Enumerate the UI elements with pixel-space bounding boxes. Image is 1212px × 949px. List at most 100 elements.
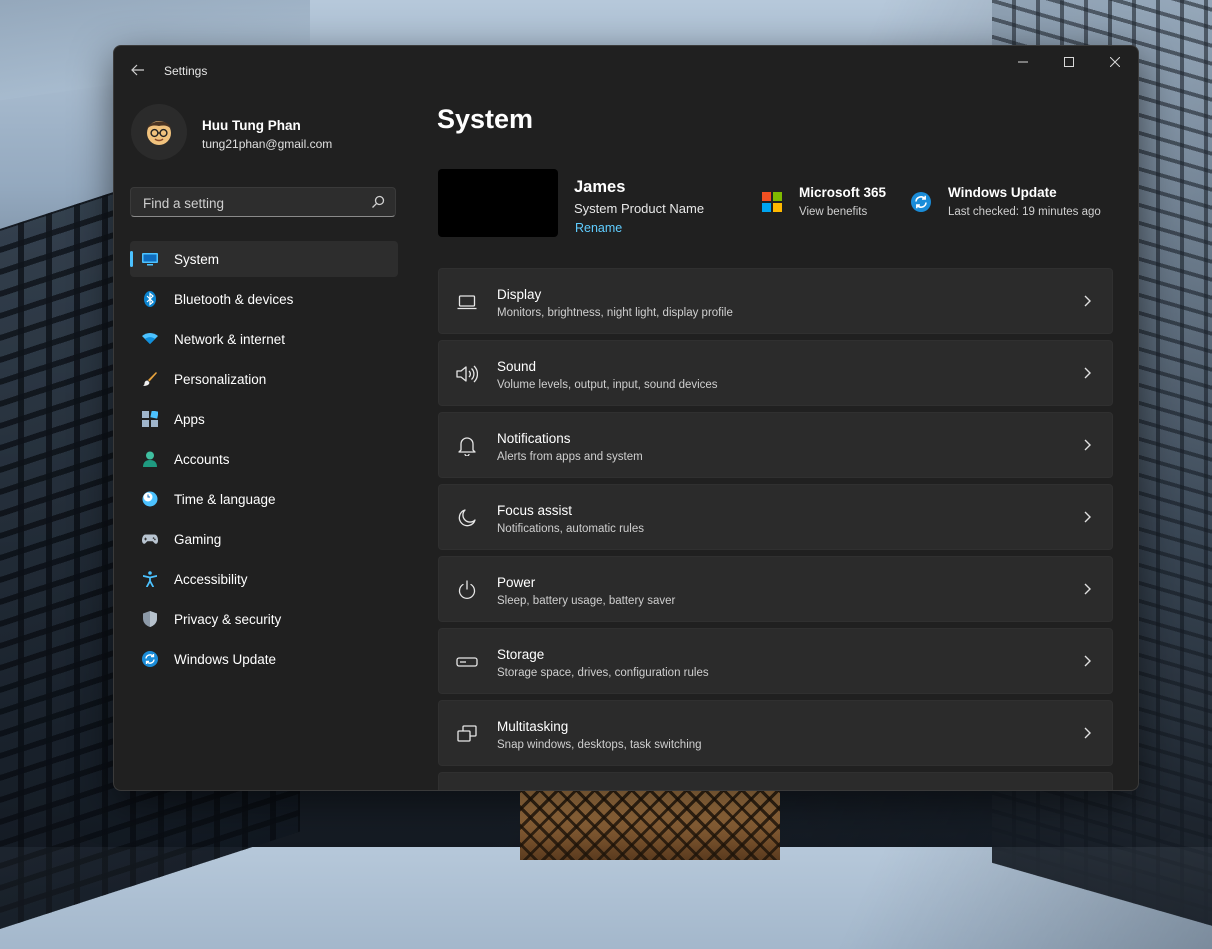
- sidebar-item-label: System: [174, 252, 220, 267]
- card-subtitle: Notifications, automatic rules: [497, 523, 645, 535]
- maximize-button[interactable]: [1046, 46, 1092, 78]
- card-title: Power: [497, 575, 536, 590]
- moon-icon: [456, 507, 478, 529]
- multitask-icon: [456, 723, 478, 745]
- wifi-icon: [142, 331, 158, 347]
- microsoft-365-tile[interactable]: Microsoft 365 View benefits: [762, 184, 912, 226]
- speaker-icon: [456, 363, 478, 385]
- chevron-right-icon: [1084, 655, 1091, 667]
- settings-card-partial[interactable]: [438, 772, 1113, 790]
- sidebar-item-windows-update[interactable]: Windows Update: [130, 641, 398, 677]
- sidebar-item-label: Privacy & security: [174, 612, 282, 627]
- bluetooth-icon: [142, 291, 158, 307]
- bell-icon: [456, 435, 478, 457]
- sidebar-item-accounts[interactable]: Accounts: [130, 441, 398, 477]
- sync-icon: [142, 651, 158, 667]
- microsoft-logo-icon: [762, 192, 782, 212]
- card-subtitle: Storage space, drives, configuration rul…: [497, 667, 709, 679]
- title-bar: Settings: [114, 46, 1138, 94]
- settings-card-focus-assist[interactable]: Focus assist Notifications, automatic ru…: [438, 484, 1113, 550]
- sidebar-item-privacy-security[interactable]: Privacy & security: [130, 601, 398, 637]
- windows-update-tile[interactable]: Windows Update Last checked: 19 minutes …: [911, 184, 1121, 226]
- chevron-right-icon: [1084, 439, 1091, 451]
- card-title: Multitasking: [497, 719, 569, 734]
- close-button[interactable]: [1092, 46, 1138, 78]
- sidebar-item-accessibility[interactable]: Accessibility: [130, 561, 398, 597]
- card-title: Display: [497, 287, 542, 302]
- back-button[interactable]: [124, 58, 152, 82]
- device-thumbnail: [438, 169, 558, 237]
- settings-card-power[interactable]: Power Sleep, battery usage, battery save…: [438, 556, 1113, 622]
- minimize-icon: [1018, 61, 1028, 63]
- rename-link[interactable]: Rename: [575, 221, 622, 235]
- back-arrow-icon: [131, 64, 144, 76]
- minimize-button[interactable]: [1000, 46, 1046, 78]
- person-icon: [142, 451, 158, 467]
- settings-card-display[interactable]: Display Monitors, brightness, night ligh…: [438, 268, 1113, 334]
- device-name: James: [574, 178, 626, 196]
- settings-card-sound[interactable]: Sound Volume levels, output, input, soun…: [438, 340, 1113, 406]
- settings-card-multitasking[interactable]: Multitasking Snap windows, desktops, tas…: [438, 700, 1113, 766]
- background-building: [520, 790, 780, 860]
- sidebar-item-bluetooth[interactable]: Bluetooth & devices: [130, 281, 398, 317]
- sidebar-item-gaming[interactable]: Gaming: [130, 521, 398, 557]
- chevron-right-icon: [1084, 583, 1091, 595]
- monitor-icon: [456, 291, 478, 313]
- sidebar-item-network[interactable]: Network & internet: [130, 321, 398, 357]
- card-title: Sound: [497, 359, 537, 374]
- user-profile[interactable]: Huu Tung Phan tung21phan@gmail.com: [131, 104, 411, 160]
- maximize-icon: [1064, 57, 1074, 67]
- sidebar-item-label: Personalization: [174, 372, 267, 387]
- page-title: System: [437, 104, 534, 134]
- card-subtitle: Alerts from apps and system: [497, 451, 643, 463]
- sidebar-item-apps[interactable]: Apps: [130, 401, 398, 437]
- chevron-right-icon: [1084, 367, 1091, 379]
- device-model: System Product Name: [574, 201, 705, 216]
- search-input[interactable]: [141, 188, 365, 218]
- card-subtitle: Monitors, brightness, night light, displ…: [497, 307, 733, 319]
- sidebar-nav: System Bluetooth & devices Network & int…: [130, 241, 398, 681]
- profile-email: tung21phan@gmail.com: [202, 137, 333, 151]
- app-title: Settings: [164, 64, 208, 78]
- sidebar-item-label: Bluetooth & devices: [174, 292, 294, 307]
- card-subtitle: Volume levels, output, input, sound devi…: [497, 379, 718, 391]
- card-subtitle: Sleep, battery usage, battery saver: [497, 595, 676, 607]
- clock-globe-icon: [142, 491, 158, 507]
- chevron-right-icon: [1084, 295, 1091, 307]
- gamepad-icon: [142, 531, 158, 547]
- apps-icon: [142, 411, 158, 427]
- profile-name: Huu Tung Phan: [202, 118, 301, 133]
- search-icon[interactable]: [371, 195, 385, 209]
- windows-update-title: Windows Update: [948, 185, 1057, 200]
- sidebar-item-label: Gaming: [174, 532, 222, 547]
- card-title: Focus assist: [497, 503, 573, 518]
- sidebar-item-label: Network & internet: [174, 332, 286, 347]
- search-box[interactable]: [130, 187, 396, 218]
- chevron-right-icon: [1084, 727, 1091, 739]
- chevron-right-icon: [1084, 511, 1091, 523]
- shield-icon: [142, 611, 158, 627]
- card-title: Storage: [497, 647, 545, 662]
- sidebar-item-label: Accessibility: [174, 572, 248, 587]
- settings-window: Settings Huu Tung Phan tung21phan@gmail.…: [113, 45, 1139, 791]
- windows-update-status: Last checked: 19 minutes ago: [948, 206, 1101, 218]
- brush-icon: [142, 371, 158, 387]
- sidebar-item-label: Accounts: [174, 452, 230, 467]
- settings-card-notifications[interactable]: Notifications Alerts from apps and syste…: [438, 412, 1113, 478]
- microsoft-365-title: Microsoft 365: [799, 185, 887, 200]
- sidebar-item-system[interactable]: System: [130, 241, 398, 277]
- accessibility-icon: [142, 571, 158, 587]
- card-subtitle: Snap windows, desktops, task switching: [497, 739, 702, 751]
- sync-icon: [911, 192, 931, 212]
- settings-card-storage[interactable]: Storage Storage space, drives, configura…: [438, 628, 1113, 694]
- microsoft-365-subtitle: View benefits: [799, 206, 868, 218]
- sidebar-item-label: Time & language: [174, 492, 276, 507]
- system-icon: [142, 251, 158, 267]
- sidebar-item-time-language[interactable]: Time & language: [130, 481, 398, 517]
- sidebar-item-personalization[interactable]: Personalization: [130, 361, 398, 397]
- memoji-avatar-icon: [147, 121, 171, 145]
- drive-icon: [456, 651, 478, 673]
- power-icon: [456, 579, 478, 601]
- close-icon: [1110, 57, 1120, 67]
- card-title: Notifications: [497, 431, 571, 446]
